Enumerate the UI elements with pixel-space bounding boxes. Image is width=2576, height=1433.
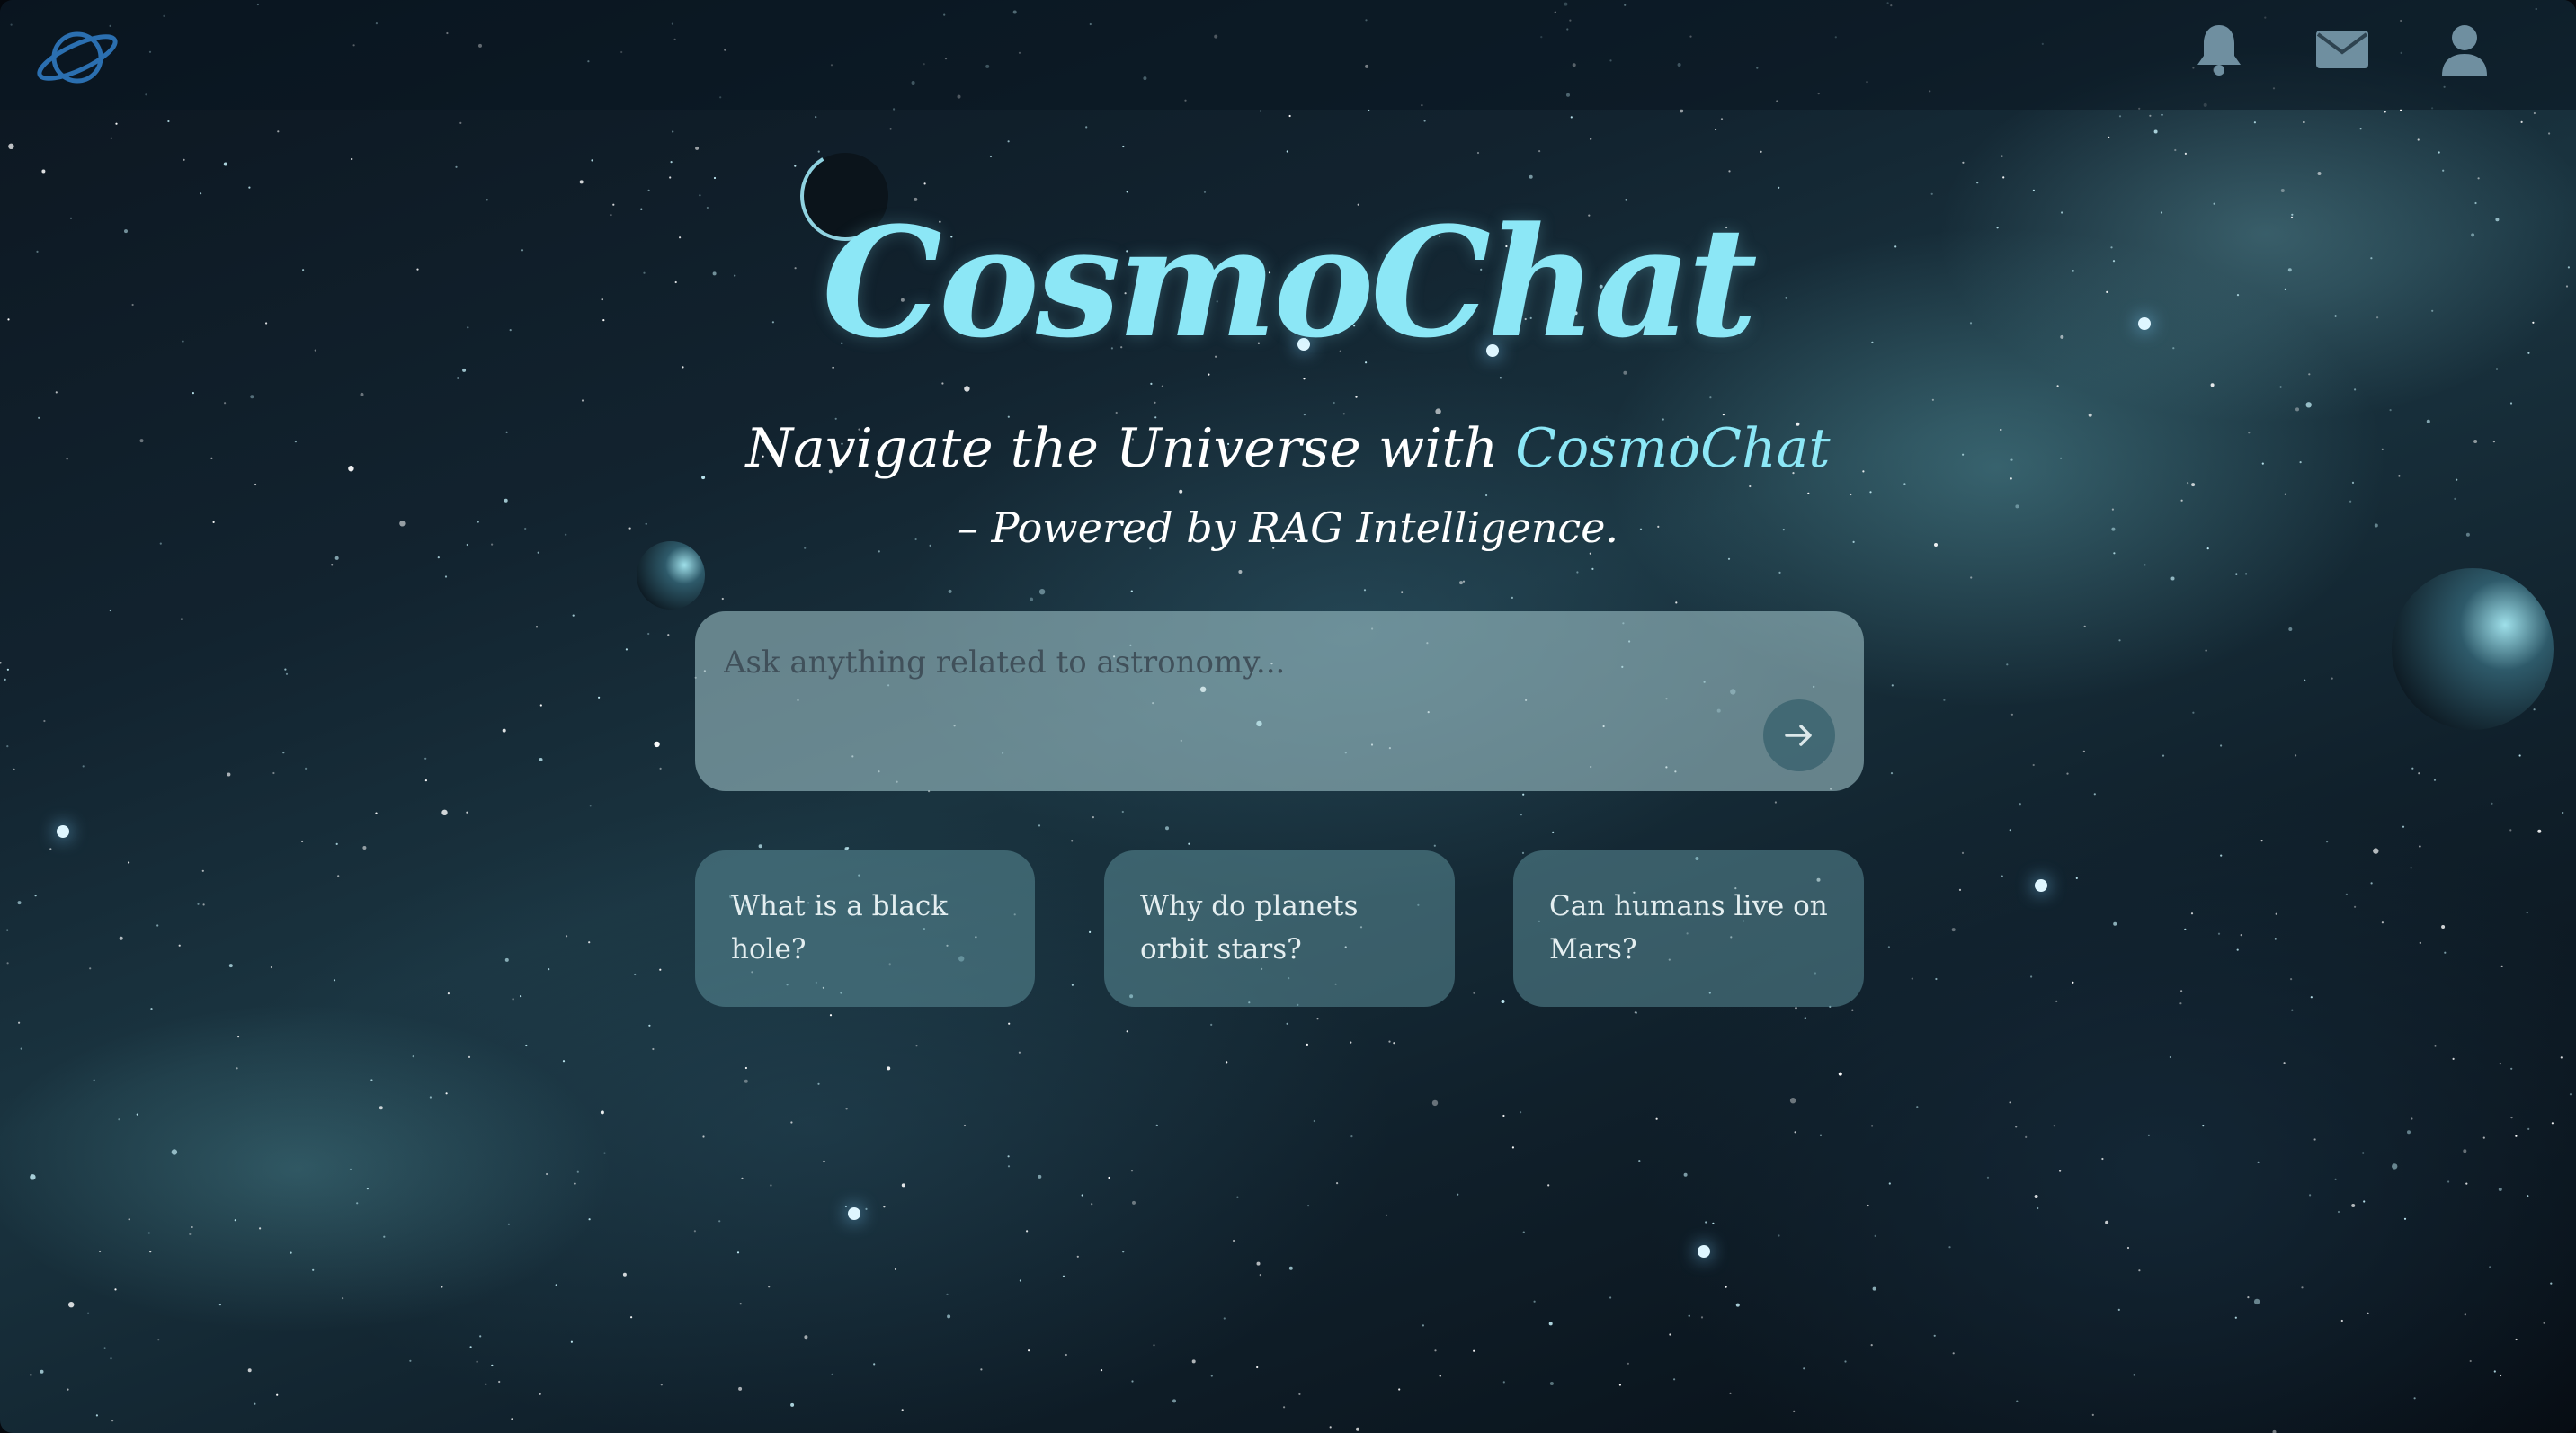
user-icon[interactable] <box>2435 20 2494 79</box>
send-button[interactable] <box>1763 699 1835 771</box>
top-navbar <box>0 0 2576 110</box>
mail-icon[interactable] <box>2313 20 2372 79</box>
bell-icon[interactable] <box>2189 20 2249 79</box>
saturn-planet-icon[interactable] <box>32 16 122 97</box>
suggestion-card[interactable]: What is a black hole? <box>695 850 1035 1007</box>
tagline-subtitle: – Powered by RAG Intelligence. <box>957 503 1619 552</box>
suggestion-card[interactable]: Why do planets orbit stars? <box>1104 850 1455 1007</box>
tagline: Navigate the Universe with CosmoChat <box>0 417 2576 480</box>
question-box <box>695 611 1864 791</box>
question-input[interactable] <box>722 635 1760 690</box>
app-root: CosmoChat Navigate the Universe with Cos… <box>0 0 2576 1433</box>
app-title: CosmoChat <box>822 193 1757 371</box>
tagline-prefix: Navigate the Universe with <box>745 417 1516 480</box>
suggestion-card[interactable]: Can humans live on Mars? <box>1513 850 1864 1007</box>
tagline-brand: CosmoChat <box>1515 417 1831 480</box>
arrow-right-icon <box>1785 725 1812 746</box>
large-planet <box>2392 568 2554 730</box>
